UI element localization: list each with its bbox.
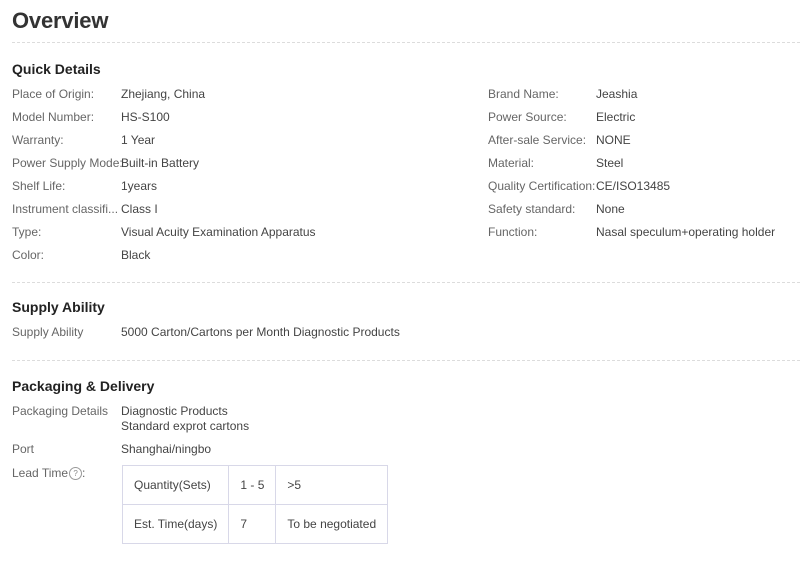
lead-time-colon: : [82, 466, 86, 480]
detail-label: Warranty: [12, 133, 64, 147]
supply-ability-heading: Supply Ability [12, 299, 105, 315]
divider [12, 360, 800, 361]
detail-label: Quality Certification: [488, 179, 596, 193]
packaging-details-line1: Diagnostic Products [121, 404, 228, 418]
detail-row: Material: Steel [488, 156, 800, 172]
detail-value: Built-in Battery [121, 156, 200, 170]
detail-value: 1years [121, 179, 158, 193]
detail-value: Steel [596, 156, 624, 170]
detail-label: Shelf Life: [12, 179, 66, 193]
detail-label: Color: [12, 248, 45, 262]
divider [12, 282, 800, 283]
detail-value: Nasal speculum+operating holder [596, 225, 776, 239]
detail-row: Shelf Life: 1years [12, 179, 332, 195]
detail-row: Place of Origin: Zhejiang, China [12, 87, 332, 103]
lead-time-table: Quantity(Sets) 1 - 5 >5 Est. Time(days) … [121, 465, 389, 544]
detail-value: None [596, 202, 625, 216]
detail-value: Jeashia [596, 87, 638, 101]
table-cell: >5 [275, 465, 389, 505]
detail-row: Color: Black [12, 248, 332, 264]
detail-label: Material: [488, 156, 535, 170]
supply-ability-value: 5000 Carton/Cartons per Month Diagnostic… [121, 325, 400, 339]
detail-value: Zhejiang, China [121, 87, 206, 101]
packaging-details-row: Packaging Details Diagnostic Products St… [12, 404, 712, 436]
detail-row: Power Supply Mode: Built-in Battery [12, 156, 332, 172]
lead-time-label-wrap: Lead Time?: [12, 466, 86, 481]
table-row: Est. Time(days) 7 To be negotiated [121, 504, 389, 544]
lead-time-row: Lead Time?: [12, 466, 122, 482]
table-cell: 7 [228, 504, 277, 544]
detail-value: NONE [596, 133, 631, 147]
supply-ability-label: Supply Ability [12, 325, 84, 339]
detail-label: After-sale Service: [488, 133, 587, 147]
detail-label: Instrument classifi... [12, 202, 119, 216]
detail-row: Function: Nasal speculum+operating holder [488, 225, 800, 241]
page-title: Overview [12, 8, 109, 33]
detail-value: Black [121, 248, 151, 262]
detail-label: Power Source: [488, 110, 567, 124]
detail-value: Electric [596, 110, 636, 124]
detail-value: HS-S100 [121, 110, 170, 124]
detail-row: Instrument classifi... Class I [12, 202, 332, 218]
detail-label: Place of Origin: [12, 87, 95, 101]
table-cell: To be negotiated [275, 504, 389, 544]
detail-row: Safety standard: None [488, 202, 800, 218]
port-row: Port Shanghai/ningbo [12, 442, 712, 458]
detail-value: Visual Acuity Examination Apparatus [121, 225, 316, 239]
detail-label: Brand Name: [488, 87, 559, 101]
table-cell: Est. Time(days) [121, 504, 230, 544]
detail-row: Warranty: 1 Year [12, 133, 332, 149]
detail-row: Model Number: HS-S100 [12, 110, 332, 126]
quick-details-heading: Quick Details [12, 61, 101, 77]
lead-time-label: Lead Time [12, 466, 69, 480]
detail-row: Type: Visual Acuity Examination Apparatus [12, 225, 332, 241]
detail-value: 1 Year [121, 133, 156, 147]
port-value: Shanghai/ningbo [121, 442, 212, 456]
detail-row: Power Source: Electric [488, 110, 800, 126]
table-row: Quantity(Sets) 1 - 5 >5 [121, 465, 389, 505]
detail-row: Brand Name: Jeashia [488, 87, 800, 103]
supply-ability-row: Supply Ability 5000 Carton/Cartons per M… [12, 325, 712, 341]
packaging-heading: Packaging & Delivery [12, 378, 155, 394]
detail-row: Quality Certification: CE/ISO13485 [488, 179, 800, 195]
port-label: Port [12, 442, 35, 456]
divider [12, 42, 800, 43]
packaging-details-line2: Standard exprot cartons [121, 419, 250, 433]
packaging-details-label: Packaging Details [12, 404, 109, 418]
detail-label: Type: [12, 225, 42, 239]
detail-label: Safety standard: [488, 202, 576, 216]
table-cell: Quantity(Sets) [121, 465, 230, 505]
table-cell: 1 - 5 [228, 465, 277, 505]
detail-label: Model Number: [12, 110, 95, 124]
detail-row: After-sale Service: NONE [488, 133, 800, 149]
detail-label: Power Supply Mode: [12, 156, 123, 170]
detail-label: Function: [488, 225, 538, 239]
help-icon[interactable]: ? [69, 467, 83, 481]
detail-value: CE/ISO13485 [596, 179, 671, 193]
detail-value: Class I [121, 202, 158, 216]
